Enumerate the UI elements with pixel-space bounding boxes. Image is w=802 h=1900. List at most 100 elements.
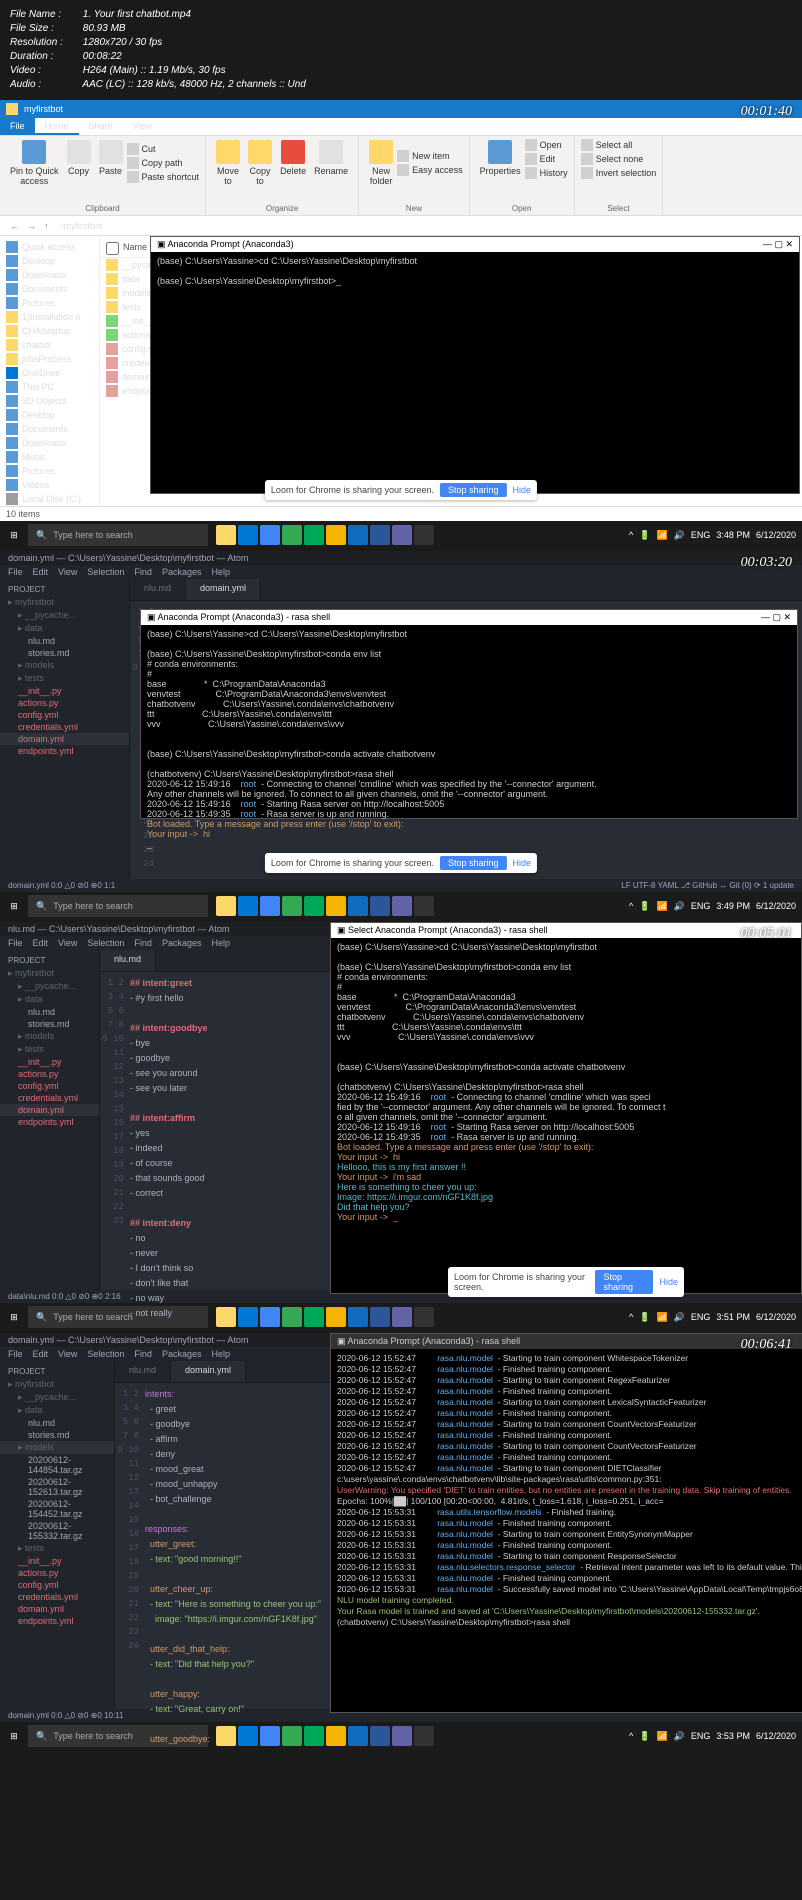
taskbar-app[interactable] bbox=[392, 1307, 412, 1327]
stop-sharing-button[interactable]: Stop sharing bbox=[440, 856, 507, 870]
taskbar-app[interactable] bbox=[260, 525, 280, 545]
nav-item[interactable]: Downloads bbox=[0, 436, 99, 450]
menu-item[interactable]: Find bbox=[134, 938, 152, 948]
hide-button[interactable]: Hide bbox=[513, 858, 532, 868]
taskbar-app[interactable] bbox=[304, 525, 324, 545]
menu-item[interactable]: Find bbox=[134, 567, 152, 577]
taskbar-app[interactable] bbox=[238, 896, 258, 916]
selectall-button[interactable]: Select all bbox=[581, 138, 657, 152]
taskbar-app[interactable] bbox=[392, 525, 412, 545]
delete-button[interactable]: Delete bbox=[276, 138, 310, 188]
tree-node[interactable]: __init__.py bbox=[0, 1056, 99, 1068]
editor-tab[interactable]: nlu.md bbox=[130, 579, 186, 600]
nav-item[interactable]: This PC bbox=[0, 380, 99, 394]
newfolder-button[interactable]: New folder bbox=[365, 138, 397, 188]
hide-button[interactable]: Hide bbox=[659, 1277, 678, 1287]
nav-item[interactable]: Downloads bbox=[0, 268, 99, 282]
breadcrumb[interactable]: myfirstbot bbox=[64, 221, 103, 231]
editor-tab[interactable]: domain.yml bbox=[171, 1361, 246, 1382]
project-tree[interactable]: Project ▸ myfirstbot▸ __pycache...▸ data… bbox=[0, 1361, 115, 1709]
taskbar-app[interactable] bbox=[348, 525, 368, 545]
taskbar-app[interactable] bbox=[348, 1726, 368, 1746]
tree-node[interactable]: ▸ models bbox=[0, 1030, 99, 1043]
taskbar-app[interactable] bbox=[414, 1726, 434, 1746]
tree-node[interactable]: ▸ myfirstbot bbox=[0, 967, 99, 980]
tree-node[interactable]: config.yml bbox=[0, 1579, 114, 1591]
tree-node[interactable]: domain.yml bbox=[0, 1603, 114, 1615]
taskbar-app[interactable] bbox=[414, 896, 434, 916]
atom-editor[interactable]: nlu.md 1 2 3 4 5 6 7 8 9 10 11 12 13 14 … bbox=[100, 950, 330, 1290]
taskbar-app[interactable] bbox=[370, 1726, 390, 1746]
terminal-window[interactable]: ▣ Anaconda Prompt (Anaconda3) — ▢ ✕ (bas… bbox=[150, 236, 800, 494]
taskbar-app[interactable] bbox=[238, 525, 258, 545]
atom-menu[interactable]: FileEditViewSelectionFindPackagesHelp bbox=[0, 1347, 330, 1361]
selectnone-button[interactable]: Select none bbox=[581, 152, 657, 166]
taskbar-app[interactable] bbox=[370, 896, 390, 916]
tree-node[interactable]: credentials.yml bbox=[0, 721, 129, 733]
tree-node[interactable]: ▸ myfirstbot bbox=[0, 1378, 114, 1391]
project-tree[interactable]: Project ▸ myfirstbot▸ __pycache...▸ data… bbox=[0, 950, 100, 1290]
nav-item[interactable]: OneDrive bbox=[0, 366, 99, 380]
taskbar-app[interactable] bbox=[282, 896, 302, 916]
menu-item[interactable]: Edit bbox=[33, 1349, 49, 1359]
tree-node[interactable]: nlu.md bbox=[0, 635, 129, 647]
invert-button[interactable]: Invert selection bbox=[581, 166, 657, 180]
cut-button[interactable]: Cut bbox=[127, 142, 200, 156]
menu-item[interactable]: View bbox=[58, 1349, 77, 1359]
taskbar-app[interactable] bbox=[260, 896, 280, 916]
tree-node[interactable]: endpoints.yml bbox=[0, 1116, 99, 1128]
atom-menu[interactable]: FileEditViewSelectionFindPackagesHelp bbox=[0, 565, 802, 579]
code-area[interactable]: intents: - greet - goodbye - affirm - de… bbox=[145, 1383, 330, 1709]
easyaccess-button[interactable]: Easy access bbox=[397, 163, 463, 177]
nav-item[interactable]: chatbot bbox=[0, 338, 99, 352]
taskbar-app[interactable] bbox=[348, 1307, 368, 1327]
tree-node[interactable]: endpoints.yml bbox=[0, 1615, 114, 1627]
menu-item[interactable]: Edit bbox=[33, 938, 49, 948]
window-controls[interactable]: — ▢ ✕ bbox=[763, 239, 793, 250]
tab-share[interactable]: Share bbox=[79, 118, 123, 135]
back-icon[interactable]: ← bbox=[6, 221, 23, 231]
nav-item[interactable]: Quick access bbox=[0, 240, 99, 254]
menu-item[interactable]: Help bbox=[211, 1349, 230, 1359]
editor-tabs[interactable]: nlu.md bbox=[100, 950, 330, 972]
taskbar[interactable]: ⊞ 🔍 Type here to search ^🔋📶🔊ENG3:53 PM6/… bbox=[0, 1722, 802, 1750]
stop-sharing-button[interactable]: Stop sharing bbox=[440, 483, 507, 497]
tree-node[interactable]: ▸ data bbox=[0, 993, 99, 1006]
taskbar-app[interactable] bbox=[392, 896, 412, 916]
tree-node[interactable]: credentials.yml bbox=[0, 1591, 114, 1603]
taskbar-app[interactable] bbox=[238, 1726, 258, 1746]
tree-node[interactable]: credentials.yml bbox=[0, 1092, 99, 1104]
tree-node[interactable]: endpoints.yml bbox=[0, 745, 129, 757]
tree-node[interactable]: ▸ __pycache... bbox=[0, 980, 99, 993]
taskbar-app[interactable] bbox=[326, 1726, 346, 1746]
pin-button[interactable]: Pin to Quick access bbox=[6, 138, 63, 188]
taskbar-app[interactable] bbox=[238, 1307, 258, 1327]
terminal-output[interactable]: (base) C:\Users\Yassine>cd C:\Users\Yass… bbox=[151, 252, 799, 290]
tree-node[interactable]: config.yml bbox=[0, 1080, 99, 1092]
taskbar-app[interactable] bbox=[414, 525, 434, 545]
moveto-button[interactable]: Move to bbox=[212, 138, 244, 188]
nav-item[interactable]: jobsProcess bbox=[0, 352, 99, 366]
editor-tab[interactable]: nlu.md bbox=[115, 1361, 171, 1382]
tree-node[interactable]: 20200612-144854.tar.gz bbox=[0, 1454, 114, 1476]
tree-node[interactable]: ▸ data bbox=[0, 1404, 114, 1417]
tab-home[interactable]: Home bbox=[35, 118, 79, 135]
nav-item[interactable]: Music bbox=[0, 450, 99, 464]
taskbar-app[interactable] bbox=[370, 525, 390, 545]
editor-tabs[interactable]: nlu.mddomain.yml bbox=[130, 579, 802, 601]
tree-node[interactable]: stories.md bbox=[0, 1018, 99, 1030]
editor-tab[interactable]: domain.yml bbox=[186, 579, 261, 600]
window-controls[interactable]: — ▢ ✕ bbox=[761, 612, 791, 623]
tree-node[interactable]: actions.py bbox=[0, 1068, 99, 1080]
tree-node[interactable]: ▸ data bbox=[0, 622, 129, 635]
terminal-titlebar[interactable]: ▣ Anaconda Prompt (Anaconda3) — ▢ ✕ bbox=[151, 237, 799, 252]
terminal-output[interactable]: (base) C:\Users\Yassine>cd C:\Users\Yass… bbox=[331, 938, 801, 1226]
rename-button[interactable]: Rename bbox=[310, 138, 352, 188]
nav-item[interactable]: CHAIstartup bbox=[0, 324, 99, 338]
tree-node[interactable]: nlu.md bbox=[0, 1006, 99, 1018]
menu-item[interactable]: Packages bbox=[162, 567, 202, 577]
terminal-window[interactable]: ▣ Anaconda Prompt (Anaconda3) - rasa she… bbox=[140, 609, 798, 819]
start-button[interactable]: ⊞ bbox=[0, 1312, 28, 1323]
taskbar-app[interactable] bbox=[260, 1307, 280, 1327]
menu-item[interactable]: Packages bbox=[162, 938, 202, 948]
